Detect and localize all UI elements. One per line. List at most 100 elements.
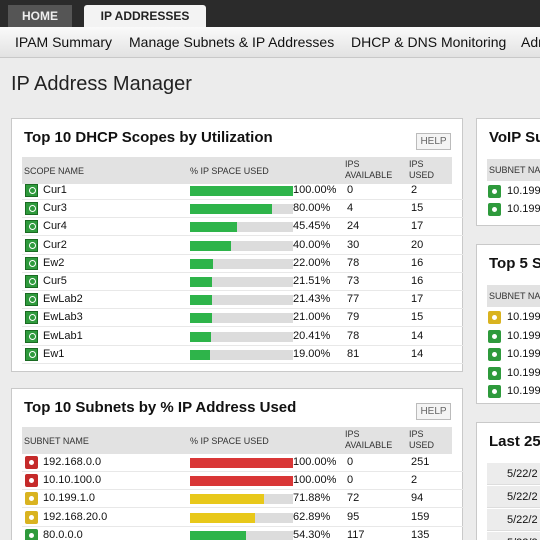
usage-bar-fill [190,512,255,523]
table-row[interactable]: Cur2 40.00% 30 20 [22,237,464,255]
ips-available-value: 72 [347,492,360,505]
table-row[interactable]: 192.168.20.0 62.89% 95 159 [22,509,464,527]
pct-used-value: 21.51% [293,275,331,287]
subnet-name-link[interactable]: 10.199 [507,330,540,342]
subnet-status-icon [25,492,38,506]
col-subnet-name[interactable]: SUBNET NA [489,165,540,176]
dhcp-scope-icon [25,293,38,307]
sub-nav-bar: IPAM Summary Manage Subnets & IP Address… [0,27,540,58]
subnav-admin[interactable]: Adm [521,34,540,50]
table-row[interactable]: Cur5 21.51% 73 16 [22,273,464,291]
row-name-link[interactable]: EwLab1 [43,330,83,342]
usage-bar [190,349,293,360]
usage-bar [190,458,293,468]
col-ips-available[interactable]: IPS AVAILABLE [345,159,392,181]
row-name-link[interactable]: EwLab3 [43,311,83,323]
ips-available-value: 78 [347,329,360,342]
row-name-link[interactable]: EwLab2 [43,293,83,305]
dhcp-scopes-panel: Top 10 DHCP Scopes by Utilization HELP S… [11,118,464,372]
subnet-status-icon [488,385,501,398]
col-ips-available[interactable]: IPS AVAILABLE [345,429,392,451]
subnet-name-link[interactable]: 10.199 [507,367,540,379]
row-name-link[interactable]: 192.168.20.0 [43,511,107,523]
table-row[interactable]: 10.10.100.0 100.00% 0 2 [22,472,464,491]
page-title: IP Address Manager [11,73,192,95]
dhcp-panel-title: Top 10 DHCP Scopes by Utilization [24,129,273,146]
subnet-name-link[interactable]: 10.199 [507,311,540,323]
top5-table-header: SUBNET NA [487,285,540,307]
subnet-name-link[interactable]: 10.199 [507,203,540,215]
col-subnet-name[interactable]: SUBNET NAME [24,436,89,447]
table-row[interactable]: Cur4 45.45% 24 17 [22,218,464,237]
subnav-manage-subnets[interactable]: Manage Subnets & IP Addresses [129,34,334,50]
subnav-ipam-summary[interactable]: IPAM Summary [15,34,112,50]
ips-used-value: 94 [411,492,424,505]
subnet-status-icon [488,366,501,380]
ips-available-value: 81 [347,347,360,360]
row-name-link[interactable]: 10.10.100.0 [43,474,101,486]
usage-bar [190,313,293,324]
row-name-link[interactable]: Cur4 [43,220,67,232]
row-name-link[interactable]: Cur5 [43,275,67,287]
pct-used-value: 100.00% [293,184,337,196]
table-row[interactable]: 80.0.0.0 54.30% 117 135 [22,527,464,540]
pct-used-value: 100.00% [293,474,337,487]
subnet-status-icon [25,510,38,524]
row-name-link[interactable]: Cur2 [43,239,67,251]
subnet-status-icon [488,311,501,324]
table-row[interactable]: Cur1 100.00% 0 2 [22,182,464,200]
dhcp-help-button[interactable]: HELP [416,133,451,150]
subnet-name-link[interactable]: 10.199 [507,385,540,397]
col-subnet-name[interactable]: SUBNET NA [489,291,540,302]
subnav-dhcp-dns-monitoring[interactable]: DHCP & DNS Monitoring [351,34,506,50]
table-row[interactable]: Ew2 22.00% 78 16 [22,255,464,273]
ips-used-value: 15 [411,202,424,215]
pct-used-value: 21.00% [293,311,331,324]
event-date: 5/22/2 [487,463,540,485]
usage-bar [190,494,293,505]
subnet-name-link[interactable]: 10.199 [507,348,540,360]
row-name-link[interactable]: 192.168.0.0 [43,456,101,468]
row-name-link[interactable]: Ew2 [43,257,64,269]
usage-bar-fill [190,476,293,487]
table-row[interactable]: EwLab3 21.00% 79 15 [22,309,464,328]
dhcp-scope-icon [25,184,38,197]
row-name-link[interactable]: Cur1 [43,184,67,196]
usage-bar [190,240,293,251]
subnets-help-button[interactable]: HELP [416,403,451,420]
row-name-link[interactable]: 10.199.1.0 [43,492,95,504]
table-row[interactable]: Ew1 19.00% 81 14 [22,346,464,364]
row-name-link[interactable]: 80.0.0.0 [43,529,83,540]
col-ips-used[interactable]: IPS USED [409,159,434,181]
dhcp-scope-icon [25,329,38,343]
usage-bar [190,222,293,233]
usage-bar-fill [190,458,293,468]
table-row[interactable]: 192.168.0.0 100.00% 0 251 [22,454,464,472]
col-pct-used[interactable]: % IP SPACE USED [190,166,269,177]
ips-available-value: 73 [347,275,360,287]
pct-used-value: 100.00% [293,456,337,468]
subnet-name-link[interactable]: 10.199 [507,185,540,197]
table-row[interactable]: EwLab1 20.41% 78 14 [22,328,464,346]
usage-bar-fill [190,204,273,215]
ips-used-value: 16 [411,275,424,287]
tab-ip-addresses[interactable]: IP ADDRESSES [84,5,206,27]
table-row[interactable]: 10.199.1.0 71.88% 72 94 [22,490,464,509]
row-name-link[interactable]: Ew1 [43,348,64,360]
col-pct-used[interactable]: % IP SPACE USED [190,436,269,447]
usage-bar [190,530,293,540]
event-date: 5/22/2 [487,509,540,531]
top-nav-bar: HOME IP ADDRESSES [0,0,540,27]
usage-bar-fill [190,277,213,287]
ips-available-value: 0 [347,456,354,468]
col-ips-used[interactable]: IPS USED [409,429,434,451]
ips-used-value: 15 [411,311,424,324]
col-scope-name[interactable]: SCOPE NAME [24,166,84,177]
tab-home[interactable]: HOME [8,5,72,27]
table-row[interactable]: EwLab2 21.43% 77 17 [22,291,464,310]
row-name-link[interactable]: Cur3 [43,202,67,214]
pct-used-value: 80.00% [293,202,331,215]
table-row[interactable]: Cur3 80.00% 4 15 [22,200,464,219]
ips-available-value: 0 [347,184,354,196]
subnet-status-icon [25,456,38,469]
